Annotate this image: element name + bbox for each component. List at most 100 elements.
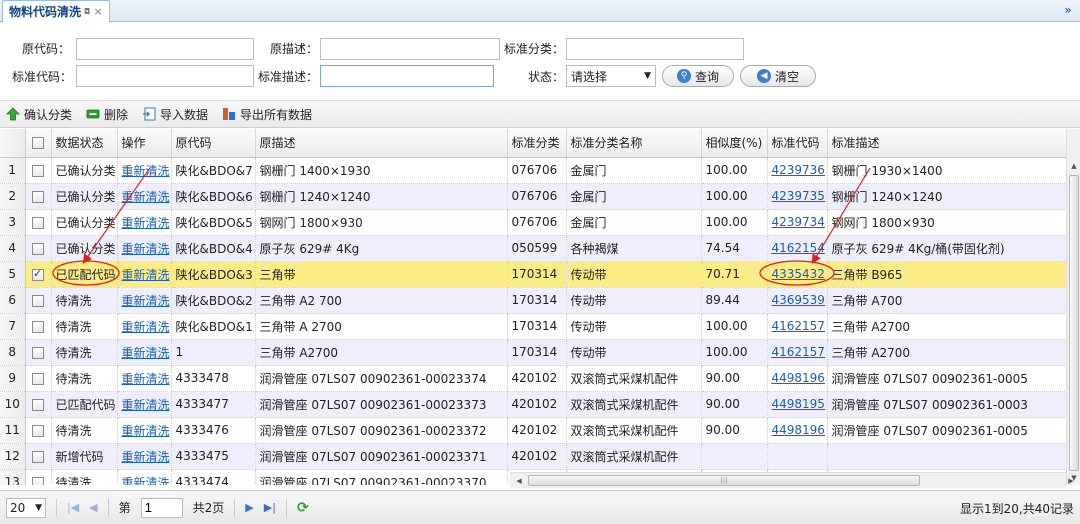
- table-row[interactable]: 2 已确认分类 重新清洗 陕化&BDO&6 钢栅门 1240×1240 076706 金属门…: [0, 183, 1066, 210]
- table-row[interactable]: 1 已确认分类 重新清洗 陕化&BDO&7 钢栅门 1400×1930 076706 金属门…: [0, 157, 1066, 184]
- query-button[interactable]: ⚲ 查询: [662, 65, 734, 87]
- horizontal-scroll-thumb[interactable]: |||: [528, 475, 920, 486]
- row-checkbox[interactable]: [32, 294, 44, 307]
- cell-std-code[interactable]: 4239736: [767, 157, 828, 184]
- table-row[interactable]: 3 已确认分类 重新清洗 陕化&BDO&5 钢网门 1800×930 076706 金属门 1…: [0, 209, 1066, 236]
- col-header-similarity[interactable]: 相似度(%): [701, 129, 768, 158]
- row-checkbox[interactable]: [32, 476, 44, 485]
- row-checkbox[interactable]: [32, 216, 44, 229]
- std-code-link[interactable]: 4335432: [772, 267, 825, 281]
- table-row[interactable]: 12 新增代码 重新清洗 4333475 润滑管座 07LS07 00902361-00…: [0, 443, 1066, 470]
- scroll-left-icon[interactable]: ◀: [512, 473, 526, 489]
- std-code-link[interactable]: 4498196: [772, 371, 825, 385]
- row-checkbox-cell[interactable]: [25, 391, 52, 418]
- cell-std-code[interactable]: 4162157: [767, 339, 828, 366]
- scroll-right-icon[interactable]: ▶: [1064, 473, 1078, 489]
- reclean-link[interactable]: 重新清洗: [122, 476, 170, 486]
- cell-std-code[interactable]: 4239735: [767, 183, 828, 210]
- next-page-icon[interactable]: ▶: [245, 501, 253, 514]
- export-all-button[interactable]: 导出所有数据: [222, 106, 312, 123]
- reclean-link[interactable]: 重新清洗: [122, 164, 170, 178]
- row-checkbox-cell[interactable]: [25, 183, 52, 210]
- col-header-action[interactable]: 操作: [117, 129, 172, 158]
- std-desc-input[interactable]: [320, 65, 494, 87]
- std-code-link[interactable]: 4162157: [772, 345, 825, 359]
- cell-std-code[interactable]: 4162157: [767, 313, 828, 340]
- reclean-link[interactable]: 重新清洗: [122, 216, 170, 230]
- cell-std-code[interactable]: [767, 443, 828, 470]
- cell-std-code[interactable]: 4498196: [767, 365, 828, 392]
- reclean-link[interactable]: 重新清洗: [122, 268, 170, 282]
- row-checkbox-cell[interactable]: [25, 261, 52, 288]
- row-checkbox-cell[interactable]: [25, 469, 52, 485]
- cell-action[interactable]: 重新清洗: [117, 157, 172, 184]
- reclean-link[interactable]: 重新清洗: [122, 372, 170, 386]
- col-header-std-desc[interactable]: 标准描述: [827, 129, 1066, 158]
- col-header-status[interactable]: 数据状态: [51, 129, 118, 158]
- std-code-link[interactable]: 4369539: [772, 293, 825, 307]
- row-checkbox-cell[interactable]: [25, 443, 52, 470]
- row-checkbox[interactable]: [32, 346, 44, 359]
- tab-material-cleaning[interactable]: 物料代码清洗 ◘ ×: [2, 0, 110, 22]
- row-checkbox[interactable]: [32, 398, 44, 411]
- cell-action[interactable]: 重新清洗: [117, 443, 172, 470]
- row-checkbox-cell[interactable]: [25, 417, 52, 444]
- row-checkbox[interactable]: [32, 164, 44, 177]
- table-row[interactable]: 11 待清洗 重新清洗 4333476 润滑管座 07LS07 00902361-000…: [0, 417, 1066, 444]
- cell-std-code[interactable]: 4369539: [767, 287, 828, 314]
- import-button[interactable]: 导入数据: [142, 106, 208, 123]
- cell-action[interactable]: 重新清洗: [117, 469, 172, 486]
- refresh-icon[interactable]: ⟳: [297, 500, 309, 516]
- table-row[interactable]: 6 待清洗 重新清洗 陕化&BDO&2 三角带 A2 700 170314 传动带 89.44…: [0, 287, 1066, 314]
- cell-std-code[interactable]: 4498195: [767, 391, 828, 418]
- collapse-chevron-icon[interactable]: »: [1060, 2, 1076, 18]
- select-all-checkbox[interactable]: [32, 137, 44, 150]
- table-row[interactable]: 4 已确认分类 重新清洗 陕化&BDO&4 原子灰 629# 4Kg 050599 各种褐煤…: [0, 235, 1066, 262]
- cell-action[interactable]: 重新清洗: [117, 391, 172, 418]
- cell-action[interactable]: 重新清洗: [117, 339, 172, 366]
- std-code-link[interactable]: 4162154: [772, 241, 825, 255]
- page-size-select[interactable]: 20 ▼: [6, 497, 46, 518]
- cell-action[interactable]: 重新清洗: [117, 235, 172, 262]
- table-row[interactable]: 5 已匹配代码重新清洗陕化&BDO&3三角带170314传动带70.71 43354…: [0, 261, 1066, 288]
- reclean-link[interactable]: 重新清洗: [122, 424, 170, 438]
- reclean-link[interactable]: 重新清洗: [122, 294, 170, 308]
- orig-code-input[interactable]: [76, 38, 254, 60]
- prev-page-icon[interactable]: ◀: [89, 501, 97, 514]
- row-checkbox-cell[interactable]: [25, 209, 52, 236]
- clear-button[interactable]: ◀ 清空: [740, 65, 816, 87]
- std-code-link[interactable]: 4239735: [772, 189, 825, 203]
- cell-std-code[interactable]: 4498196: [767, 417, 828, 444]
- reclean-link[interactable]: 重新清洗: [122, 346, 170, 360]
- first-page-icon[interactable]: |◀: [67, 501, 79, 514]
- row-checkbox-cell[interactable]: [25, 313, 52, 340]
- row-checkbox[interactable]: [32, 450, 44, 463]
- vertical-scrollbar[interactable]: ▲ ▼: [1066, 129, 1080, 485]
- horizontal-scrollbar[interactable]: ◀ ||| ▶: [510, 472, 1074, 489]
- vertical-scroll-thumb[interactable]: [1069, 175, 1079, 471]
- row-checkbox[interactable]: [32, 190, 44, 203]
- col-header-orig-desc[interactable]: 原描述: [255, 129, 508, 158]
- row-checkbox[interactable]: [32, 372, 44, 385]
- reclean-link[interactable]: 重新清洗: [122, 320, 170, 334]
- std-code-link[interactable]: 4162157: [772, 319, 825, 333]
- last-page-icon[interactable]: ▶|: [264, 501, 276, 514]
- cell-std-code[interactable]: 4239734: [767, 209, 828, 236]
- std-code-input[interactable]: [76, 65, 254, 87]
- std-code-link[interactable]: 4239736: [772, 163, 825, 177]
- std-code-link[interactable]: 4498196: [772, 423, 825, 437]
- table-row[interactable]: 9 待清洗 重新清洗 4333478 润滑管座 07LS07 00902361-0002…: [0, 365, 1066, 392]
- cell-action[interactable]: 重新清洗: [117, 365, 172, 392]
- row-checkbox[interactable]: [32, 242, 44, 255]
- cell-action[interactable]: 重新清洗: [117, 209, 172, 236]
- cell-std-code[interactable]: 4162154: [767, 235, 828, 262]
- cell-action[interactable]: 重新清洗: [117, 417, 172, 444]
- cell-action[interactable]: 重新清洗: [117, 313, 172, 340]
- col-header-std-code[interactable]: 标准代码: [767, 129, 828, 158]
- cell-action[interactable]: 重新清洗: [117, 261, 172, 288]
- delete-button[interactable]: 删除: [86, 106, 128, 123]
- cell-action[interactable]: 重新清洗: [117, 287, 172, 314]
- page-number-input[interactable]: [140, 497, 183, 518]
- col-header-std-cat[interactable]: 标准分类: [507, 129, 567, 158]
- row-checkbox-cell[interactable]: [25, 365, 52, 392]
